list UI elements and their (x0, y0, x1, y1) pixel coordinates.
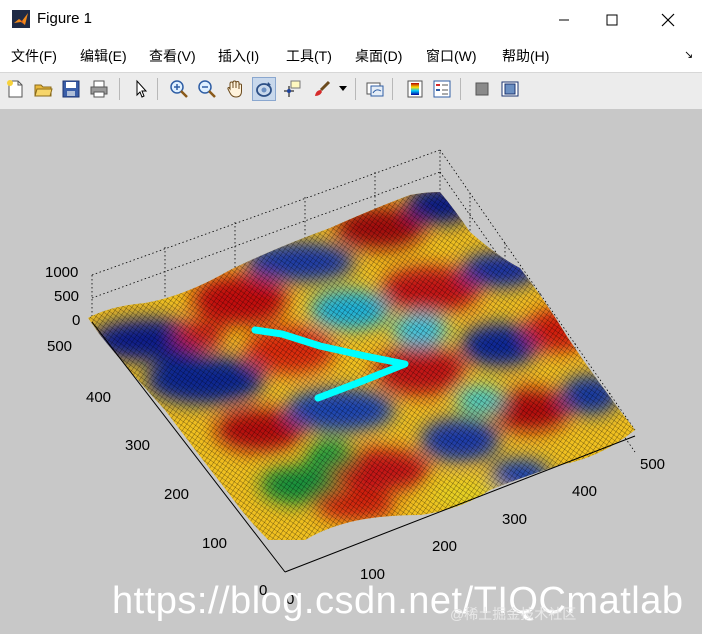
brush-icon (315, 80, 331, 96)
save-icon (62, 80, 80, 98)
print-button[interactable] (87, 77, 111, 101)
hide-plot-tools-button[interactable] (470, 77, 494, 101)
y-tick-label: 400 (86, 389, 111, 406)
z-tick-label: 500 (54, 288, 79, 305)
open-file-icon (34, 84, 53, 97)
toolbar-separator (157, 78, 158, 100)
watermark-url: https://blog.csdn.net/TIQCmatlab (112, 580, 684, 622)
toolbar-separator (392, 78, 393, 100)
toolbar-separator (119, 78, 120, 100)
edit-plot-button[interactable] (129, 77, 153, 101)
link-plot-icon (366, 82, 384, 97)
zoom-in-button[interactable] (167, 77, 191, 101)
open-file-button[interactable] (31, 77, 55, 101)
y-tick-label: 500 (47, 338, 72, 355)
new-figure-button[interactable] (3, 77, 27, 101)
show-plot-tools-button[interactable] (498, 77, 522, 101)
toolbar-separator (460, 78, 461, 100)
zoom-in-icon (170, 80, 188, 98)
menu-window[interactable]: 窗口(W) (426, 46, 477, 66)
legend-button[interactable] (430, 77, 454, 101)
legend-icon (433, 80, 451, 98)
window-title: Figure 1 (37, 10, 93, 27)
maximize-button[interactable] (589, 6, 635, 34)
brush-dropdown[interactable] (336, 77, 350, 101)
minimize-button[interactable] (541, 6, 587, 34)
edit-plot-arrow-icon (136, 79, 148, 98)
pan-hand-icon (227, 80, 242, 98)
menu-tools[interactable]: 工具(T) (286, 46, 332, 66)
menu-desktop[interactable]: 桌面(D) (355, 46, 402, 66)
x-tick-label: 200 (432, 538, 457, 555)
pan-button[interactable] (223, 77, 247, 101)
menu-view[interactable]: 查看(V) (149, 46, 196, 66)
title-bar: Figure 1 (0, 0, 702, 40)
brush-button[interactable] (310, 77, 334, 101)
z-tick-label: 0 (72, 312, 80, 329)
matlab-logo-icon (12, 10, 30, 28)
save-button[interactable] (59, 77, 83, 101)
axes-canvas[interactable]: 1000 500 0 500 400 300 200 100 0 0 100 2… (0, 109, 702, 634)
show-plot-tools-icon (501, 81, 519, 97)
surface-plot[interactable]: 1000 500 0 500 400 300 200 100 0 0 100 2… (0, 109, 702, 634)
x-tick-label: 500 (640, 456, 665, 473)
y-tick-label: 200 (164, 486, 189, 503)
new-figure-icon (7, 80, 23, 98)
rotate-3d-button[interactable] (252, 77, 276, 101)
caret-down-icon (339, 86, 347, 91)
zoom-out-button[interactable] (195, 77, 219, 101)
toolbar-separator (355, 78, 356, 100)
y-tick-label: 100 (202, 535, 227, 552)
colorbar-button[interactable] (403, 77, 427, 101)
hide-plot-tools-icon (475, 82, 489, 96)
close-icon (661, 13, 675, 27)
menu-insert[interactable]: 插入(I) (218, 46, 259, 66)
maximize-icon (606, 14, 618, 26)
rotate-3d-icon (256, 82, 272, 97)
menu-edit[interactable]: 编辑(E) (80, 46, 127, 66)
menu-file[interactable]: 文件(F) (11, 46, 57, 66)
menu-help[interactable]: 帮助(H) (502, 46, 549, 66)
y-tick-label: 300 (125, 437, 150, 454)
data-cursor-icon (284, 80, 301, 97)
link-plot-button[interactable] (363, 77, 387, 101)
close-button[interactable] (645, 6, 691, 34)
minimize-icon (559, 19, 569, 21)
print-icon (90, 80, 108, 98)
z-tick-label: 1000 (45, 264, 78, 281)
dock-arrow-icon[interactable]: ↘ (684, 48, 693, 61)
zoom-out-icon (198, 80, 216, 98)
data-cursor-button[interactable] (280, 77, 304, 101)
x-tick-label: 400 (572, 483, 597, 500)
colorbar-icon (407, 80, 423, 98)
x-tick-label: 300 (502, 511, 527, 528)
watermark-community: @稀土掘金技术社区 (450, 606, 577, 622)
figure-window: Figure 1 文件(F) 编辑(E) 查看(V) 插入(I) 工具(T) 桌… (0, 0, 702, 634)
